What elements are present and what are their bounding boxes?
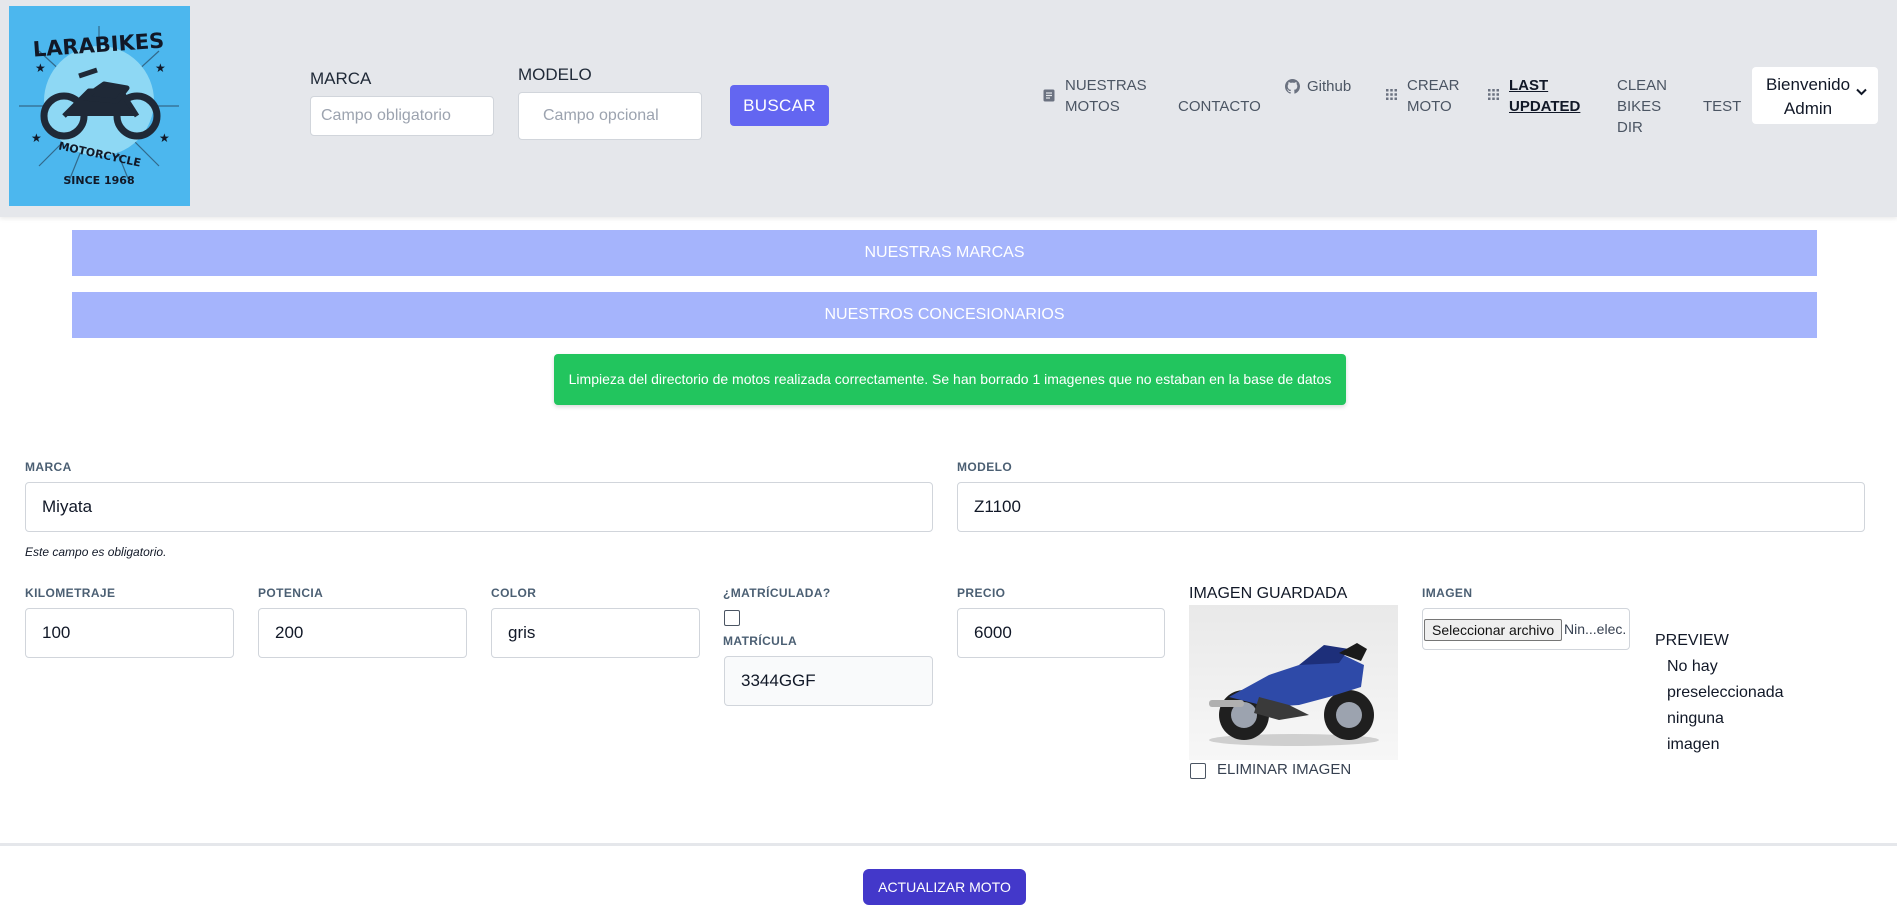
actualizar-moto-button[interactable]: ACTUALIZAR MOTO: [863, 869, 1026, 905]
precio-input[interactable]: [957, 608, 1165, 658]
potencia-label: POTENCIA: [258, 586, 324, 600]
github-icon: [1285, 79, 1300, 94]
matricula-label: MATRÍCULA: [723, 634, 798, 648]
nav-last-updated-line1: LAST: [1509, 77, 1549, 94]
search-marca-input[interactable]: [310, 96, 494, 136]
svg-text:★: ★: [159, 131, 170, 145]
search-marca-label: MARCA: [310, 69, 372, 88]
svg-text:SINCE 1968: SINCE 1968: [63, 174, 134, 187]
grid-icon: [1386, 89, 1397, 100]
preview-line4: imagen: [1667, 736, 1720, 753]
select-file-button[interactable]: Seleccionar archivo: [1424, 619, 1563, 641]
search-modelo-input[interactable]: [518, 92, 702, 140]
nav-clean-line2: BIKES: [1617, 98, 1662, 115]
preview-line1: No hay: [1667, 658, 1718, 675]
svg-text:★: ★: [155, 61, 166, 75]
nuestras-marcas-banner[interactable]: NUESTRAS MARCAS: [72, 230, 1817, 276]
buscar-button[interactable]: BUSCAR: [730, 85, 829, 126]
matriculada-label: ¿MATRÍCULADA?: [723, 586, 831, 600]
grid-icon: [1488, 89, 1499, 100]
nav-last-updated-line2: UPDATED: [1509, 98, 1581, 115]
imagen-label: IMAGEN: [1422, 586, 1473, 600]
eliminar-imagen-checkbox[interactable]: [1190, 763, 1206, 779]
nav-crear-moto-line2: MOTO: [1407, 98, 1452, 115]
list-icon: [1043, 89, 1055, 102]
svg-text:★: ★: [31, 131, 42, 145]
nav-clean-line3: DIR: [1617, 119, 1643, 136]
imagen-file-input[interactable]: Seleccionar archivo Nin...elec.: [1422, 608, 1630, 650]
user-menu-line1: Bienvenido: [1765, 75, 1851, 94]
color-label: COLOR: [491, 586, 537, 600]
preview-title: PREVIEW: [1655, 632, 1729, 649]
svg-text:★: ★: [35, 61, 46, 75]
top-navbar: LARABIKES MOTORCYCLE SINCE 1968 ★ ★ ★ ★ …: [0, 0, 1897, 217]
marca-hint: Este campo es obligatorio.: [25, 545, 167, 559]
nav-clean-line1: CLEAN: [1617, 77, 1668, 94]
matricula-input[interactable]: [724, 656, 933, 706]
marca-input[interactable]: [25, 482, 933, 532]
form-divider: [0, 843, 1897, 846]
success-alert: Limpieza del directorio de motos realiza…: [554, 354, 1346, 405]
motorcycle-logo-icon: LARABIKES MOTORCYCLE SINCE 1968 ★ ★ ★ ★: [9, 6, 190, 206]
file-name-text: Nin...elec.: [1564, 621, 1627, 637]
matriculada-checkbox[interactable]: [724, 610, 740, 626]
precio-label: PRECIO: [957, 586, 1006, 600]
kilometraje-input[interactable]: [25, 608, 234, 658]
chevron-down-icon: [1856, 88, 1867, 96]
saved-bike-image: [1189, 605, 1398, 760]
user-menu-line2: Admin: [1783, 99, 1833, 118]
preview-line2: preseleccionada: [1667, 684, 1784, 701]
nav-crear-moto-line1: CREAR: [1407, 77, 1460, 94]
user-menu-dropdown[interactable]: Bienvenido Admin: [1752, 67, 1878, 124]
search-modelo-label: MODELO: [518, 65, 592, 84]
preview-line3: ninguna: [1667, 710, 1724, 727]
marca-label: MARCA: [25, 460, 72, 474]
color-input[interactable]: [491, 608, 700, 658]
motorcycle-photo-icon: [1209, 643, 1379, 746]
nav-nuestras-motos-line1: NUESTRAS: [1065, 77, 1147, 94]
kilometraje-label: KILOMETRAJE: [25, 586, 116, 600]
nuestros-concesionarios-banner[interactable]: NUESTROS CONCESIONARIOS: [72, 292, 1817, 338]
nav-test[interactable]: TEST: [1703, 96, 1741, 117]
preview-placeholder: No hay preseleccionada ninguna imagen: [1667, 654, 1787, 758]
imagen-guardada-title: IMAGEN GUARDADA: [1189, 585, 1348, 602]
nav-nuestras-motos-line2: MOTOS: [1065, 98, 1120, 115]
nav-contacto[interactable]: CONTACTO: [1178, 96, 1261, 117]
nav-github-label: Github: [1307, 78, 1352, 95]
nav-clean-bikes-dir[interactable]: CLEAN BIKES DIR: [1617, 75, 1667, 138]
modelo-input[interactable]: [957, 482, 1865, 532]
modelo-label: MODELO: [957, 460, 1013, 474]
potencia-input[interactable]: [258, 608, 467, 658]
larabikes-logo[interactable]: LARABIKES MOTORCYCLE SINCE 1968 ★ ★ ★ ★: [9, 6, 190, 206]
eliminar-imagen-label: ELIMINAR IMAGEN: [1217, 761, 1352, 778]
